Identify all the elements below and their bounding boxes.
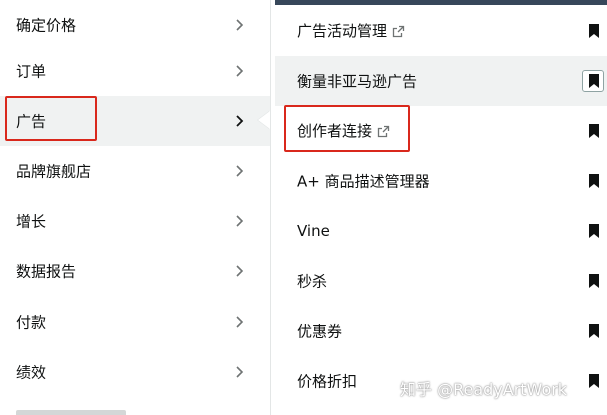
left-menu-item-pricing[interactable]: 确定价格	[0, 0, 270, 50]
submenu-item-label-wrap: 广告活动管理	[297, 20, 405, 42]
external-link-icon	[392, 24, 405, 42]
advertising-submenu: 广告活动管理 衡量非亚马逊广告 创作者连接 A+ 商品描述管理器 Vine 秒杀…	[275, 0, 607, 415]
left-menu-item-label: 绩效	[16, 363, 47, 382]
left-menu-item-performance[interactable]: 绩效	[0, 347, 270, 397]
submenu-item-campaign-manager[interactable]: 广告活动管理	[275, 6, 607, 56]
submenu-item-label-wrap: 创作者连接	[297, 120, 390, 142]
left-menu-item-brand-store[interactable]: 品牌旗舰店	[0, 146, 270, 196]
bookmark-icon[interactable]	[588, 174, 600, 188]
submenu-item-label: 优惠券	[297, 322, 343, 341]
left-menu-item-label: 广告	[16, 112, 47, 131]
submenu-item-label: Vine	[297, 222, 330, 240]
submenu-item-label: 秒杀	[297, 272, 328, 291]
submenu-item-label: A+ 商品描述管理器	[297, 172, 430, 191]
bookmark-icon[interactable]	[588, 274, 600, 288]
chevron-right-icon	[232, 315, 246, 329]
chevron-right-icon	[232, 214, 246, 228]
submenu-top-bar	[275, 0, 607, 5]
chevron-right-icon	[232, 365, 246, 379]
left-nav-menu: 确定价格 订单 广告 品牌旗舰店 增长 数据报告 付款 绩效	[0, 0, 271, 415]
chevron-right-icon	[232, 64, 246, 78]
left-menu-item-label: 订单	[16, 62, 47, 81]
left-menu-item-label: 付款	[16, 313, 47, 332]
left-menu-item-payments[interactable]: 付款	[0, 297, 270, 347]
left-menu-item-label: 品牌旗舰店	[16, 162, 92, 181]
submenu-pointer	[258, 111, 270, 129]
left-menu-item-label: 增长	[16, 212, 47, 231]
chevron-right-icon	[232, 18, 246, 32]
bookmark-icon[interactable]	[588, 324, 600, 338]
left-menu-item-label: 数据报告	[16, 262, 77, 281]
submenu-item-label: 广告活动管理	[297, 22, 388, 40]
left-menu-item-data-reports[interactable]: 数据报告	[0, 246, 270, 296]
chevron-right-icon	[232, 164, 246, 178]
bookmark-icon[interactable]	[588, 124, 600, 138]
left-menu-item-label: 确定价格	[16, 16, 77, 35]
submenu-item-vine[interactable]: Vine	[275, 206, 607, 256]
submenu-item-coupons[interactable]: 优惠券	[275, 306, 607, 356]
external-link-icon	[377, 124, 390, 142]
chevron-right-icon	[232, 114, 246, 128]
bookmark-icon[interactable]	[588, 74, 600, 88]
submenu-item-lightning-deals[interactable]: 秒杀	[275, 256, 607, 306]
submenu-item-measure-non-amazon-ads[interactable]: 衡量非亚马逊广告	[275, 56, 607, 106]
submenu-item-label: 创作者连接	[297, 122, 373, 140]
submenu-item-a-plus-manager[interactable]: A+ 商品描述管理器	[275, 156, 607, 206]
left-menu-item-orders[interactable]: 订单	[0, 46, 270, 96]
submenu-item-label: 价格折扣	[297, 372, 358, 391]
bookmark-icon[interactable]	[588, 224, 600, 238]
submenu-item-label: 衡量非亚马逊广告	[297, 72, 418, 91]
chevron-right-icon	[232, 264, 246, 278]
bookmark-icon[interactable]	[588, 24, 600, 38]
left-menu-item-clipped	[16, 405, 136, 415]
left-menu-item-growth[interactable]: 增长	[0, 196, 270, 246]
submenu-item-creator-connections[interactable]: 创作者连接	[275, 106, 607, 156]
watermark-text: 知乎 @ReadyArtWork	[400, 380, 568, 399]
left-menu-item-advertising[interactable]: 广告	[0, 96, 270, 146]
